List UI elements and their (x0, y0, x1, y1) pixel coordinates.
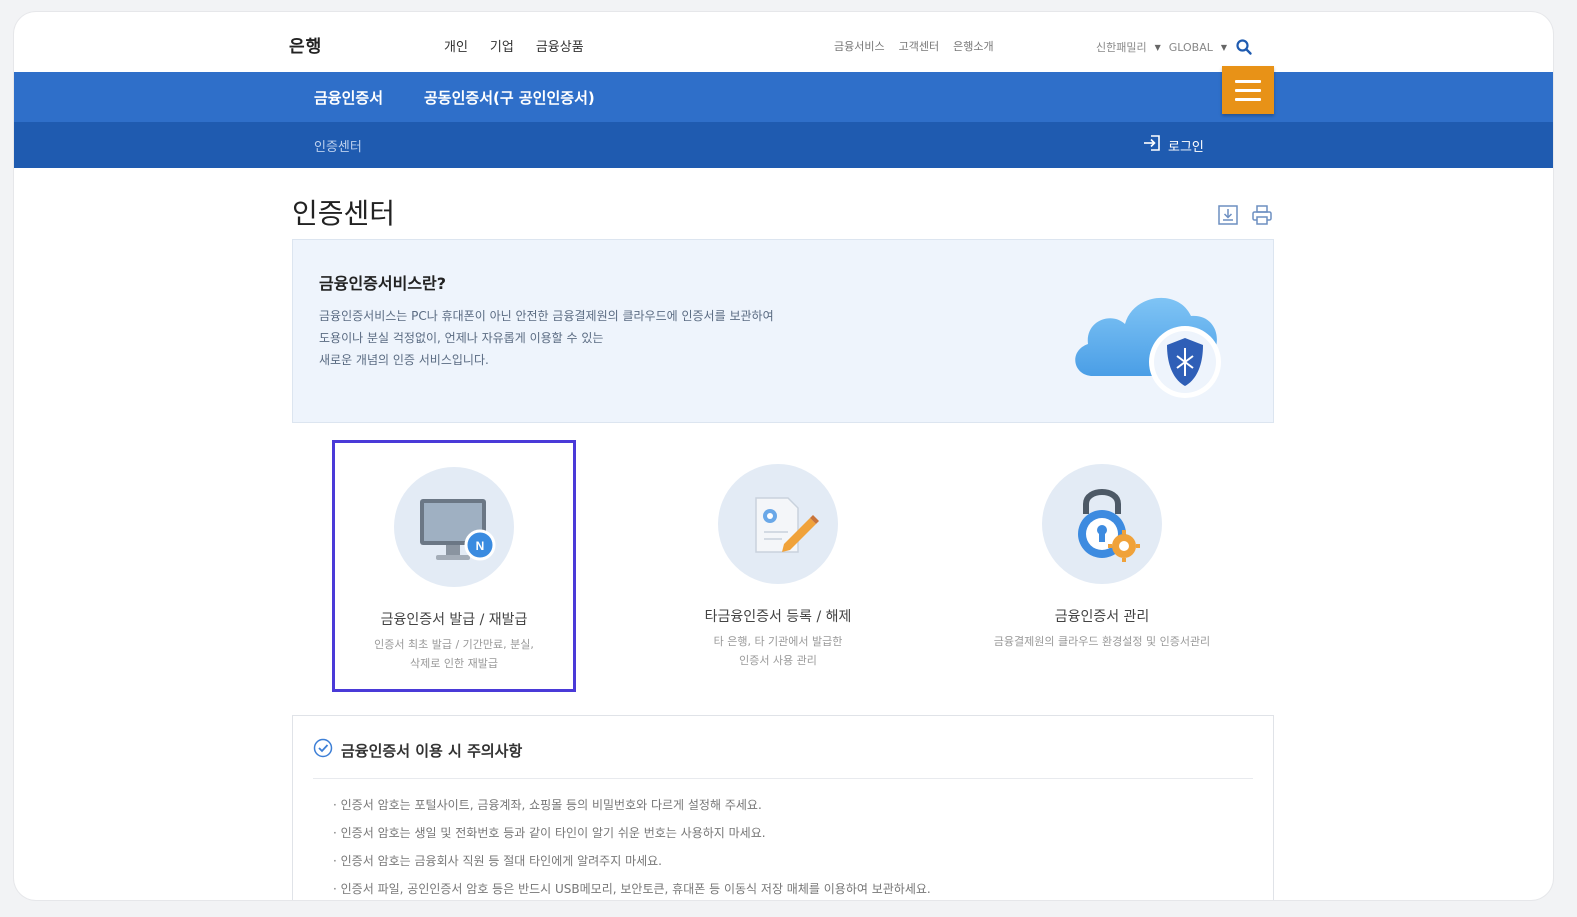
global-dropdown[interactable]: GLOBAL (1169, 41, 1213, 54)
card-issue-cert[interactable]: N 금융인증서 발급 / 재발급 인증서 최초 발급 / 기간만료, 분실, 삭… (332, 440, 576, 692)
login-button[interactable]: 로그인 (1142, 134, 1204, 156)
search-icon[interactable] (1235, 38, 1253, 56)
info-line: 새로운 개념의 인증 서비스입니다. (319, 353, 489, 367)
notice-item: · 인증서 암호는 금융회사 직원 등 절대 타인에게 알려주지 마세요. (333, 854, 663, 868)
card-title: 금융인증서 관리 (1054, 609, 1150, 625)
info-title: 금융인증서비스란? (319, 274, 447, 293)
card-desc: 타 은행, 타 기관에서 발급한 (713, 635, 843, 648)
download-icon[interactable] (1217, 204, 1239, 230)
notice-item: · 인증서 암호는 생일 및 전화번호 등과 같이 타인이 알기 쉬운 번호는 … (333, 826, 766, 840)
right-utility: 신한패밀리 ▼ GLOBAL ▼ (1096, 38, 1253, 56)
check-circle-icon (313, 738, 333, 762)
notice-title: 금융인증서 이용 시 주의사항 (341, 741, 523, 760)
top-header: 은행 개인 기업 금융상품 금융서비스 고객센터 은행소개 신한패밀리 ▼ GL… (14, 12, 1553, 72)
secondary-menu-bar: 인증센터 로그인 (14, 122, 1553, 168)
page-tools (1217, 204, 1273, 230)
brand-logo[interactable]: 은행 (289, 32, 322, 57)
nav-products[interactable]: 금융상품 (536, 36, 584, 55)
card-register-other-cert[interactable]: 타금융인증서 등록 / 해제 타 은행, 타 기관에서 발급한 인증서 사용 관… (656, 440, 900, 692)
card-desc: 금융결제원의 클라우드 환경설정 및 인증서관리 (993, 635, 1211, 648)
chevron-down-icon: ▼ (1154, 42, 1161, 52)
card-desc: 삭제로 인한 재발급 (410, 657, 498, 670)
utility-nav: 금융서비스 고객센터 은행소개 (834, 38, 994, 54)
svg-text:N: N (476, 539, 485, 553)
nav-financial-service[interactable]: 금융서비스 (834, 38, 885, 54)
notice-item: · 인증서 파일, 공인인증서 암호 등은 반드시 USB메모리, 보안토큰, … (333, 882, 931, 896)
info-line: 도용이나 분실 걱정없이, 언제나 자유롭게 이용할 수 있는 (319, 331, 604, 345)
hamburger-menu-icon[interactable] (1222, 66, 1274, 114)
card-title: 금융인증서 발급 / 재발급 (380, 612, 528, 628)
nav-business[interactable]: 기업 (490, 36, 514, 55)
info-line: 금융인증서비스는 PC나 휴대폰이 아닌 안전한 금융결제원의 클라우드에 인증… (319, 309, 774, 323)
card-manage-cert[interactable]: 금융인증서 관리 금융결제원의 클라우드 환경설정 및 인증서관리 (962, 440, 1242, 692)
notice-box: 금융인증서 이용 시 주의사항 · 인증서 암호는 포털사이트, 금융계좌, 쇼… (292, 715, 1274, 900)
nav-customer-center[interactable]: 고객센터 (899, 38, 939, 54)
menu-financial-cert[interactable]: 금융인증서 (314, 87, 383, 108)
divider (313, 778, 1253, 779)
card-title: 타금융인증서 등록 / 해제 (704, 609, 852, 625)
card-desc: 인증서 사용 관리 (739, 654, 817, 667)
browser-frame: 은행 개인 기업 금융상품 금융서비스 고객센터 은행소개 신한패밀리 ▼ GL… (14, 12, 1553, 900)
certificate-pen-icon (718, 464, 838, 584)
nav-personal[interactable]: 개인 (444, 36, 468, 55)
page-title: 인증센터 (292, 197, 396, 230)
menu-joint-cert[interactable]: 공동인증서(구 공인인증서) (424, 87, 595, 108)
chevron-down-icon: ▼ (1220, 42, 1228, 52)
notice-item: · 인증서 암호는 포털사이트, 금융계좌, 쇼핑몰 등의 비밀번호와 다르게 … (333, 798, 762, 812)
breadcrumb-cert-center[interactable]: 인증센터 (314, 136, 362, 155)
nav-about-bank[interactable]: 은행소개 (953, 38, 993, 54)
monitor-icon: N (394, 467, 514, 587)
family-site-dropdown[interactable]: 신한패밀리 (1096, 39, 1147, 55)
print-icon[interactable] (1251, 204, 1273, 230)
info-box: 금융인증서비스란? 금융인증서비스는 PC나 휴대폰이 아닌 안전한 금융결제원… (292, 239, 1274, 423)
cloud-shield-icon (1063, 276, 1233, 406)
main-nav: 개인 기업 금융상품 (444, 36, 584, 55)
login-label: 로그인 (1168, 139, 1204, 155)
lock-gear-icon (1042, 464, 1162, 584)
login-icon (1142, 134, 1162, 156)
primary-menu-bar: 금융인증서 공동인증서(구 공인인증서) (14, 72, 1553, 122)
card-desc: 인증서 최초 발급 / 기간만료, 분실, (374, 638, 534, 651)
notice-header: 금융인증서 이용 시 주의사항 (313, 738, 522, 762)
